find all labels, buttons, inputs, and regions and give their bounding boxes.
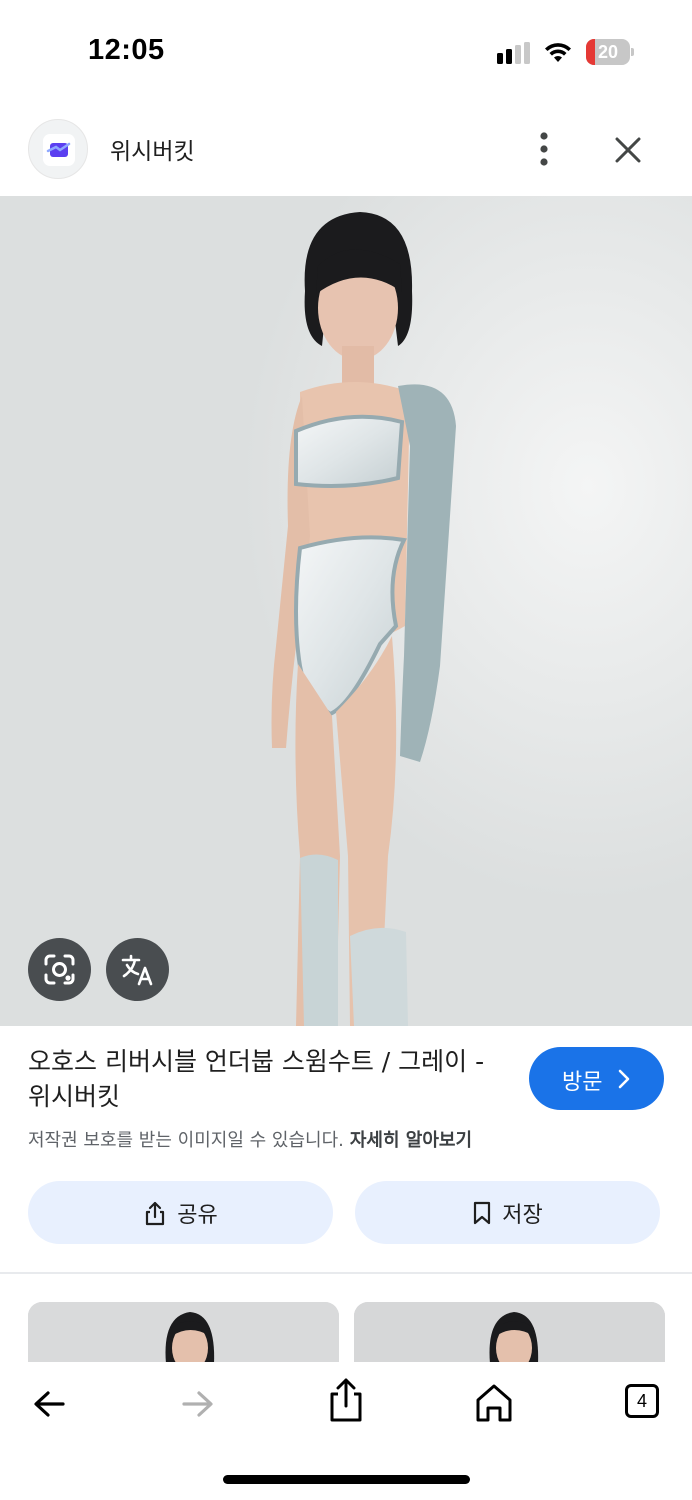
visit-button[interactable]: 방문	[529, 1047, 664, 1110]
translate-icon	[121, 954, 153, 986]
item-title[interactable]: 오호스 리버시블 언더붑 스윔수트 / 그레이 - 위시버킷	[28, 1044, 508, 1114]
wifi-icon	[545, 43, 571, 62]
more-vert-icon[interactable]	[524, 126, 564, 172]
lens-button[interactable]	[28, 938, 91, 1001]
status-bar: 12:05 20	[0, 0, 692, 100]
related-image[interactable]	[28, 1302, 339, 1364]
save-label: 저장	[502, 1202, 543, 1228]
copyright-notice: 저작권 보호를 받는 이미지일 수 있습니다. 자세히 알아보기	[28, 1126, 472, 1152]
tabs-button[interactable]: 4	[614, 1378, 670, 1426]
tabs-icon: 4	[625, 1384, 659, 1418]
battery-icon: 20	[586, 39, 634, 65]
divider	[0, 1272, 692, 1274]
close-icon[interactable]	[606, 128, 650, 172]
related-photo	[28, 1302, 339, 1364]
status-time: 12:05	[88, 34, 165, 66]
site-name[interactable]: 위시버킷	[110, 132, 195, 166]
copyright-text: 저작권 보호를 받는 이미지일 수 있습니다.	[28, 1130, 344, 1151]
chevron-right-icon	[618, 1069, 630, 1089]
lens-icon	[44, 954, 75, 985]
visit-label: 방문	[562, 1070, 603, 1095]
home-indicator	[223, 1475, 470, 1484]
share-icon[interactable]	[318, 1376, 374, 1424]
product-image[interactable]	[0, 196, 692, 1026]
bookmark-icon	[474, 1201, 491, 1224]
forward-arrow-icon[interactable]	[170, 1380, 226, 1428]
share-button[interactable]: 공유	[28, 1181, 333, 1244]
site-avatar[interactable]	[28, 119, 88, 179]
related-photo	[354, 1302, 665, 1364]
site-logo-icon	[46, 142, 71, 157]
app-bar: 위시버킷	[0, 110, 692, 190]
home-icon[interactable]	[466, 1378, 522, 1426]
product-photo	[0, 196, 692, 1026]
back-arrow-icon[interactable]	[21, 1380, 77, 1428]
battery-level: 20	[597, 42, 619, 62]
related-image[interactable]	[354, 1302, 665, 1364]
share-icon	[146, 1201, 165, 1225]
save-button[interactable]: 저장	[355, 1181, 660, 1244]
learn-more-link[interactable]: 자세히 알아보기	[350, 1130, 472, 1151]
translate-button[interactable]	[106, 938, 169, 1001]
share-label: 공유	[177, 1202, 218, 1228]
signal-icon	[497, 42, 530, 64]
